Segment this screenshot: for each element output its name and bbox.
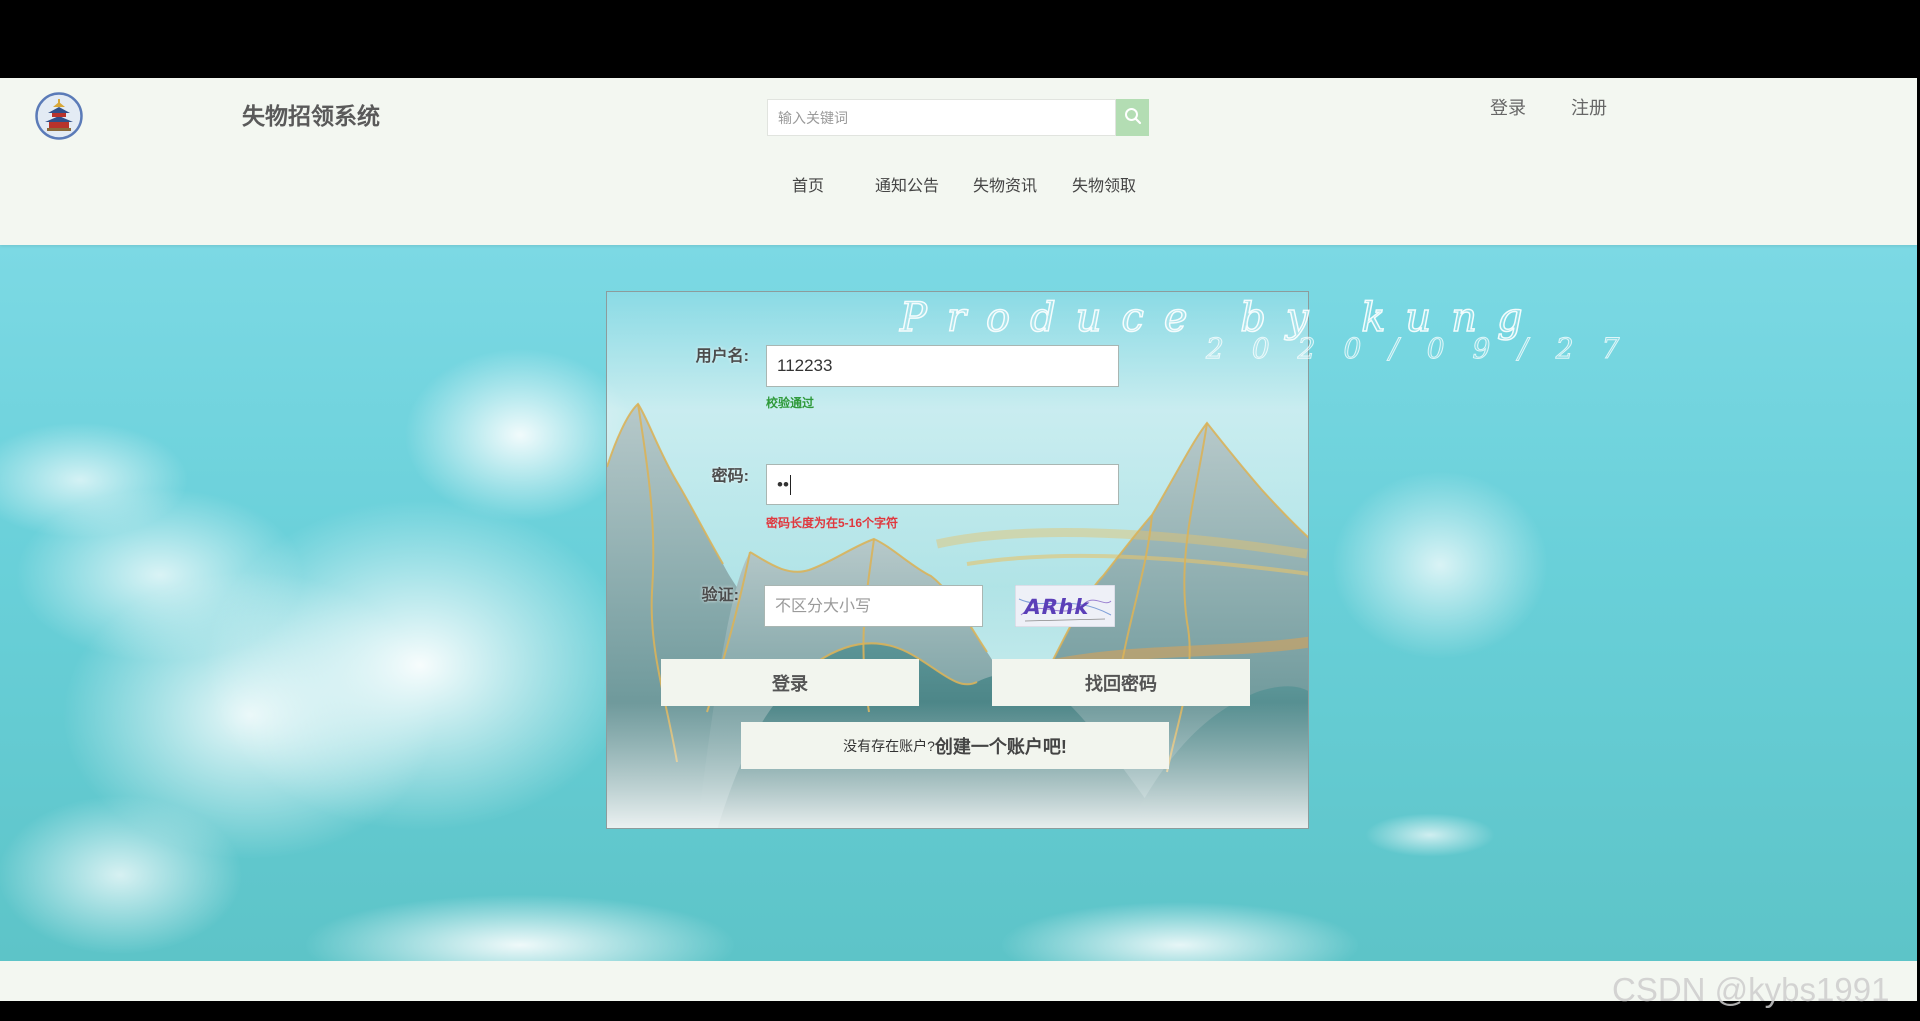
login-panel: 用户名: 校验通过 密码: •• 密码长度为在5-16个字符 验证: ARhk … bbox=[606, 291, 1309, 829]
register-link[interactable]: 注册 bbox=[1571, 97, 1607, 119]
nav-item-notices[interactable]: 通知公告 bbox=[875, 177, 939, 197]
username-label: 用户名: bbox=[695, 348, 749, 365]
captcha-label: 验证: bbox=[701, 587, 739, 604]
search-input[interactable] bbox=[767, 99, 1116, 136]
login-link[interactable]: 登录 bbox=[1490, 97, 1526, 119]
forgot-password-button[interactable]: 找回密码 bbox=[992, 659, 1250, 706]
captcha-text: ARhk bbox=[1022, 595, 1093, 620]
captcha-input[interactable] bbox=[764, 585, 983, 627]
nav-item-lost-items-news[interactable]: 失物资讯 bbox=[973, 177, 1037, 197]
password-label: 密码: bbox=[711, 468, 749, 485]
username-valid-hint: 校验通过 bbox=[766, 396, 815, 410]
nav-item-home[interactable]: 首页 bbox=[792, 177, 824, 197]
site-title: 失物招领系统 bbox=[242, 103, 380, 129]
csdn-watermark: CSDN @kybs1991 bbox=[1612, 971, 1890, 1008]
register-prompt-text: 没有存在账户? bbox=[843, 737, 935, 754]
login-button[interactable]: 登录 bbox=[661, 659, 919, 706]
temple-logo-icon[interactable] bbox=[35, 92, 83, 140]
nav-item-lost-items-claim[interactable]: 失物领取 bbox=[1072, 177, 1136, 197]
register-link-text: 创建一个账户吧! bbox=[934, 736, 1067, 757]
password-error-message: 密码长度为在5-16个字符 bbox=[766, 516, 899, 530]
signature-date-decoration: 2020/09/27 bbox=[1205, 332, 1648, 365]
search-icon bbox=[1124, 107, 1142, 128]
username-input[interactable] bbox=[766, 345, 1119, 387]
password-input[interactable]: •• bbox=[766, 464, 1119, 505]
password-masked-value: •• bbox=[777, 474, 789, 494]
create-account-button[interactable]: 没有存在账户? 创建一个账户吧! bbox=[741, 722, 1169, 769]
search-button[interactable] bbox=[1116, 99, 1149, 136]
captcha-image[interactable]: ARhk bbox=[1015, 585, 1115, 627]
site-header: 失物招领系统 登录 注册 首页 通知公告 失物资讯 失物领取 bbox=[0, 78, 1917, 245]
text-caret bbox=[789, 474, 791, 495]
